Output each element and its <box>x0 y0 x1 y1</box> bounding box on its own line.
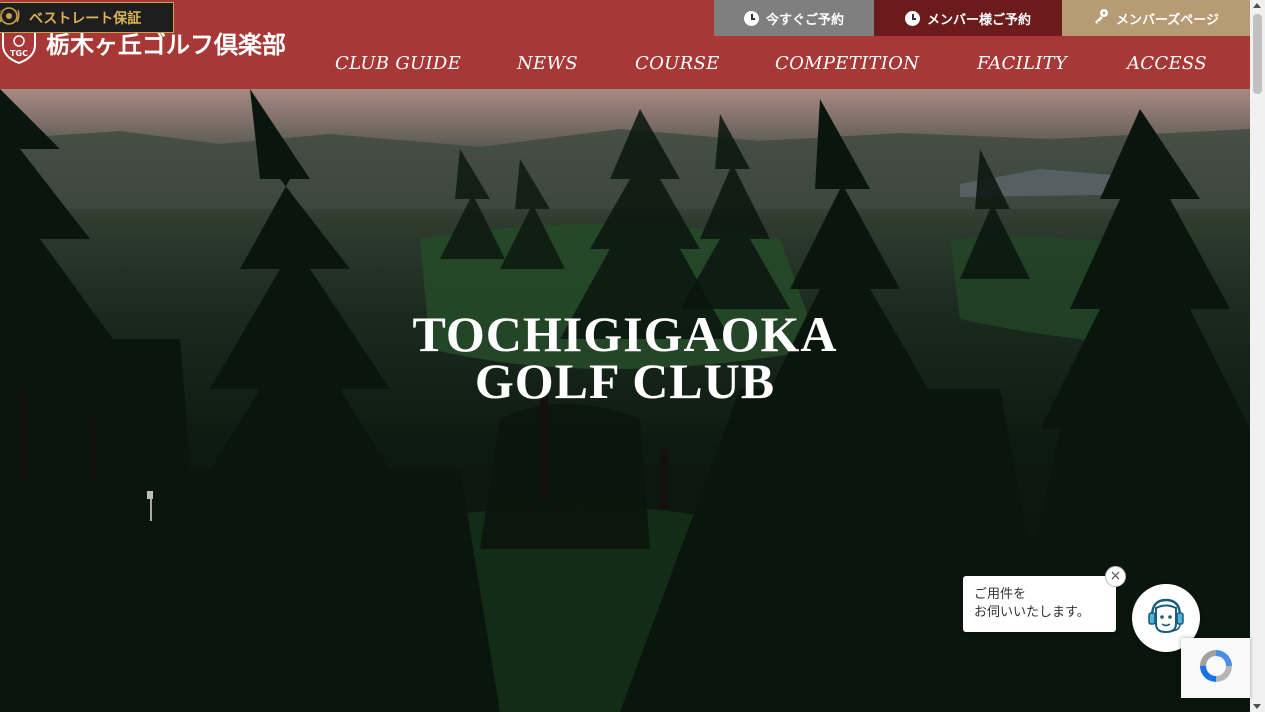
page-scrollbar[interactable] <box>1250 0 1265 712</box>
best-rate-guarantee-link[interactable]: ベストレート保証 <box>0 2 174 33</box>
scroll-down-arrow-icon[interactable] <box>1253 704 1261 709</box>
best-rate-medal-icon <box>0 4 21 32</box>
chat-greeting-line-2: お伺いいたします。 <box>974 605 1090 620</box>
reserve-now-label: 今すぐご予約 <box>765 12 844 28</box>
members-page-label: メンバーズページ <box>1115 12 1220 28</box>
recaptcha-badge[interactable] <box>1181 638 1250 698</box>
support-agent-icon <box>1144 594 1188 642</box>
chat-greeting-bubble[interactable]: ご用件を お伺いいたします。 <box>963 576 1116 632</box>
reserve-now-button[interactable]: 今すぐご予約 <box>714 0 874 36</box>
nav-competition[interactable]: COMPETITION <box>775 53 919 74</box>
utility-bar: ベストレート保証 今すぐご予約 メンバー様ご予約 メンバーズページ <box>0 0 1250 36</box>
clock-icon <box>904 10 920 26</box>
key-icon <box>1093 8 1109 28</box>
members-page-button[interactable]: メンバーズページ <box>1062 0 1250 36</box>
chat-greeting-line-1: ご用件を <box>974 587 1027 602</box>
clock-icon <box>743 10 759 26</box>
best-rate-guarantee-label: ベストレート保証 <box>29 10 142 27</box>
nav-course[interactable]: COURSE <box>635 53 720 74</box>
nav-club-guide[interactable]: CLUB GUIDE <box>335 53 461 74</box>
scrollbar-thumb[interactable] <box>1253 14 1262 94</box>
hero-title-line-2: GOLF CLUB <box>474 353 776 409</box>
chat-close-icon[interactable]: × <box>1105 566 1126 587</box>
nav-news[interactable]: NEWS <box>517 53 578 74</box>
member-reservation-label: メンバー様ご予約 <box>926 12 1031 28</box>
nav-facility[interactable]: FACILITY <box>977 53 1067 74</box>
nav-access[interactable]: ACCESS <box>1127 53 1207 74</box>
hero-title: TOCHIGIGAOKA GOLF CLUB <box>0 306 1250 409</box>
member-reservation-button[interactable]: メンバー様ご予約 <box>874 0 1062 36</box>
recaptcha-icon <box>1194 644 1238 692</box>
main-nav: CLUB GUIDE NEWS COURSE COMPETITION FACIL… <box>0 53 1250 81</box>
site-header: TGC 栃木ヶ丘ゴルフ倶楽部 ベストレート保証 今すぐご予約 メンバー様ご予約 <box>0 0 1250 89</box>
scroll-up-arrow-icon[interactable] <box>1253 3 1261 8</box>
hero-title-line-1: TOCHIGIGAOKA <box>412 306 838 362</box>
